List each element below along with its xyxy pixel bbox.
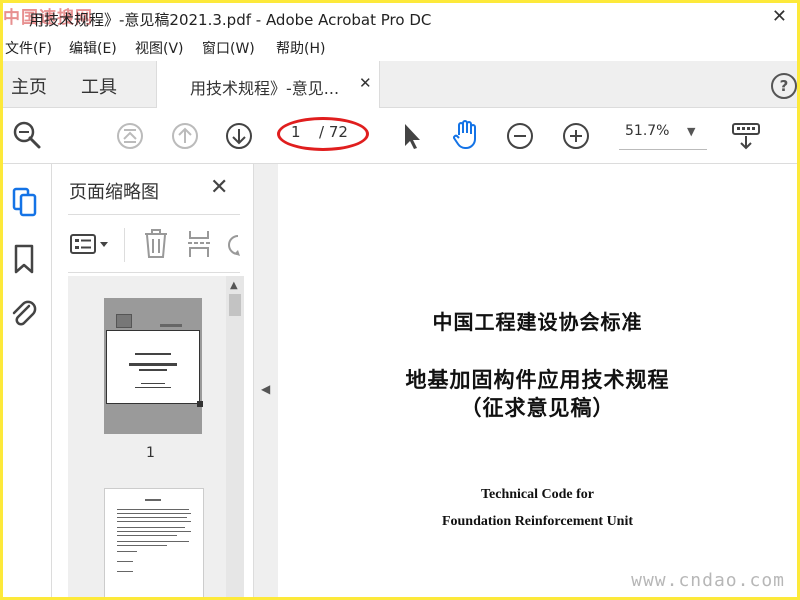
panel-divider xyxy=(68,214,240,215)
thumbnail-text-line xyxy=(117,527,185,528)
keyboard-icon[interactable] xyxy=(731,121,761,151)
menu-view[interactable]: 视图(V) xyxy=(135,38,184,58)
tab-tools[interactable]: 工具 xyxy=(81,73,117,99)
thumbnail-text-line xyxy=(117,535,177,536)
tab-bar: 主页 工具 用技术规程》-意见... ✕ ? xyxy=(3,61,797,108)
menu-help[interactable]: 帮助(H) xyxy=(276,38,325,58)
document-tab-label: 用技术规程》-意见... xyxy=(190,79,340,98)
tab-document[interactable]: 用技术规程》-意见... ✕ xyxy=(156,61,380,108)
thumbnail-logo xyxy=(116,314,132,328)
first-page-icon[interactable] xyxy=(116,122,144,150)
document-line-1: 中国工程建设协会标准 xyxy=(432,310,643,334)
thumbnail-text-line xyxy=(135,387,171,388)
watermark-bottom: www.cndao.com xyxy=(631,570,785,591)
thumbnail-code-line xyxy=(160,324,182,327)
toolbar: 1 / 72 51.7% ▼ xyxy=(3,108,797,164)
thumbnail-text-line xyxy=(141,383,165,384)
options-menu-icon[interactable] xyxy=(70,232,110,258)
title-bar: 中国速搜网 用技术规程》-意见稿2021.3.pdf - Adobe Acrob… xyxy=(3,3,797,33)
zoom-out-icon[interactable] xyxy=(506,122,534,150)
scrollbar-thumb[interactable] xyxy=(229,294,241,316)
window-title: 用技术规程》-意见稿2021.3.pdf - Adobe Acrobat Pro… xyxy=(29,11,432,29)
delete-icon[interactable] xyxy=(142,228,170,260)
insert-page-icon[interactable] xyxy=(186,228,214,260)
document-line-4: Technical Code for xyxy=(480,487,595,502)
thumbnail-text-line xyxy=(117,545,167,546)
thumbnail-text-line xyxy=(129,363,177,366)
hand-tool-icon[interactable] xyxy=(451,119,481,151)
document-line-5: Foundation Reinforcement Unit xyxy=(441,514,634,529)
left-rail xyxy=(3,164,52,597)
page-thumbnail-1[interactable] xyxy=(104,298,203,434)
scroll-up-icon[interactable]: ▲ xyxy=(230,280,238,291)
collapse-arrow-icon[interactable]: ◀ xyxy=(261,382,270,396)
panel-divider xyxy=(68,272,240,273)
attachment-icon[interactable] xyxy=(9,298,39,330)
thumbnail-text-line xyxy=(117,531,191,532)
close-icon[interactable]: ✕ xyxy=(772,6,787,27)
thumbnail-text-line xyxy=(117,571,133,572)
thumbnail-text-line xyxy=(135,353,171,355)
resize-handle[interactable] xyxy=(197,401,203,407)
thumbnail-text-line xyxy=(117,509,189,510)
acrobat-window: 中国速搜网 用技术规程》-意见稿2021.3.pdf - Adobe Acrob… xyxy=(3,3,797,597)
search-icon[interactable] xyxy=(12,120,42,150)
zoom-in-icon[interactable] xyxy=(562,122,590,150)
thumbnail-text-line xyxy=(117,521,191,522)
next-page-icon[interactable] xyxy=(225,122,253,150)
panel-collapse-bar[interactable]: ◀ xyxy=(253,164,279,597)
help-icon[interactable]: ? xyxy=(771,73,797,99)
panel-toolbar xyxy=(68,222,240,272)
thumbnail-text-line xyxy=(117,517,187,518)
thumbnail-scrollbar[interactable]: ▲ xyxy=(226,276,244,597)
document-line-2: 地基加固构件应用技术规程 xyxy=(405,368,670,392)
thumbnail-text-line xyxy=(145,499,161,501)
select-tool-icon[interactable] xyxy=(401,121,423,151)
previous-page-icon[interactable] xyxy=(171,122,199,150)
thumbnail-page-number: 1 xyxy=(146,445,155,461)
zoom-level[interactable]: 51.7% xyxy=(625,123,669,139)
document-line-3: （征求意见稿） xyxy=(460,396,615,420)
bookmark-icon[interactable] xyxy=(13,244,35,274)
menu-window[interactable]: 窗口(W) xyxy=(202,38,255,58)
close-panel-icon[interactable]: ✕ xyxy=(210,175,228,200)
thumbnail-text-line xyxy=(139,369,167,371)
rotate-icon[interactable] xyxy=(224,232,240,258)
tool-separator xyxy=(124,228,125,262)
thumbnail-list: 1 ▲ xyxy=(68,276,244,597)
thumbnail-text-line xyxy=(117,551,137,552)
current-page-frame xyxy=(106,330,203,407)
page-thumbnails-icon[interactable] xyxy=(11,186,39,218)
highlight-ellipse xyxy=(277,117,369,151)
page-thumbnail-2[interactable] xyxy=(104,488,204,597)
thumbnail-text-line xyxy=(117,513,191,514)
thumbnail-text-line xyxy=(117,541,189,542)
menu-file[interactable]: 文件(F) xyxy=(5,38,52,58)
close-tab-icon[interactable]: ✕ xyxy=(359,74,372,92)
thumbnails-panel: 页面缩略图 ✕ 1 ▲ xyxy=(52,164,252,597)
menu-bar: 文件(F) 编辑(E) 视图(V) 窗口(W) 帮助(H) xyxy=(3,35,797,59)
chevron-down-icon[interactable]: ▼ xyxy=(687,125,695,138)
panel-title: 页面缩略图 xyxy=(69,182,159,203)
tab-home[interactable]: 主页 xyxy=(11,73,47,99)
zoom-underline xyxy=(619,149,707,150)
menu-edit[interactable]: 编辑(E) xyxy=(69,38,117,58)
document-view: 中国工程建设协会标准 地基加固构件应用技术规程 （征求意见稿） Technica… xyxy=(278,164,797,597)
thumbnail-text-line xyxy=(117,561,133,562)
